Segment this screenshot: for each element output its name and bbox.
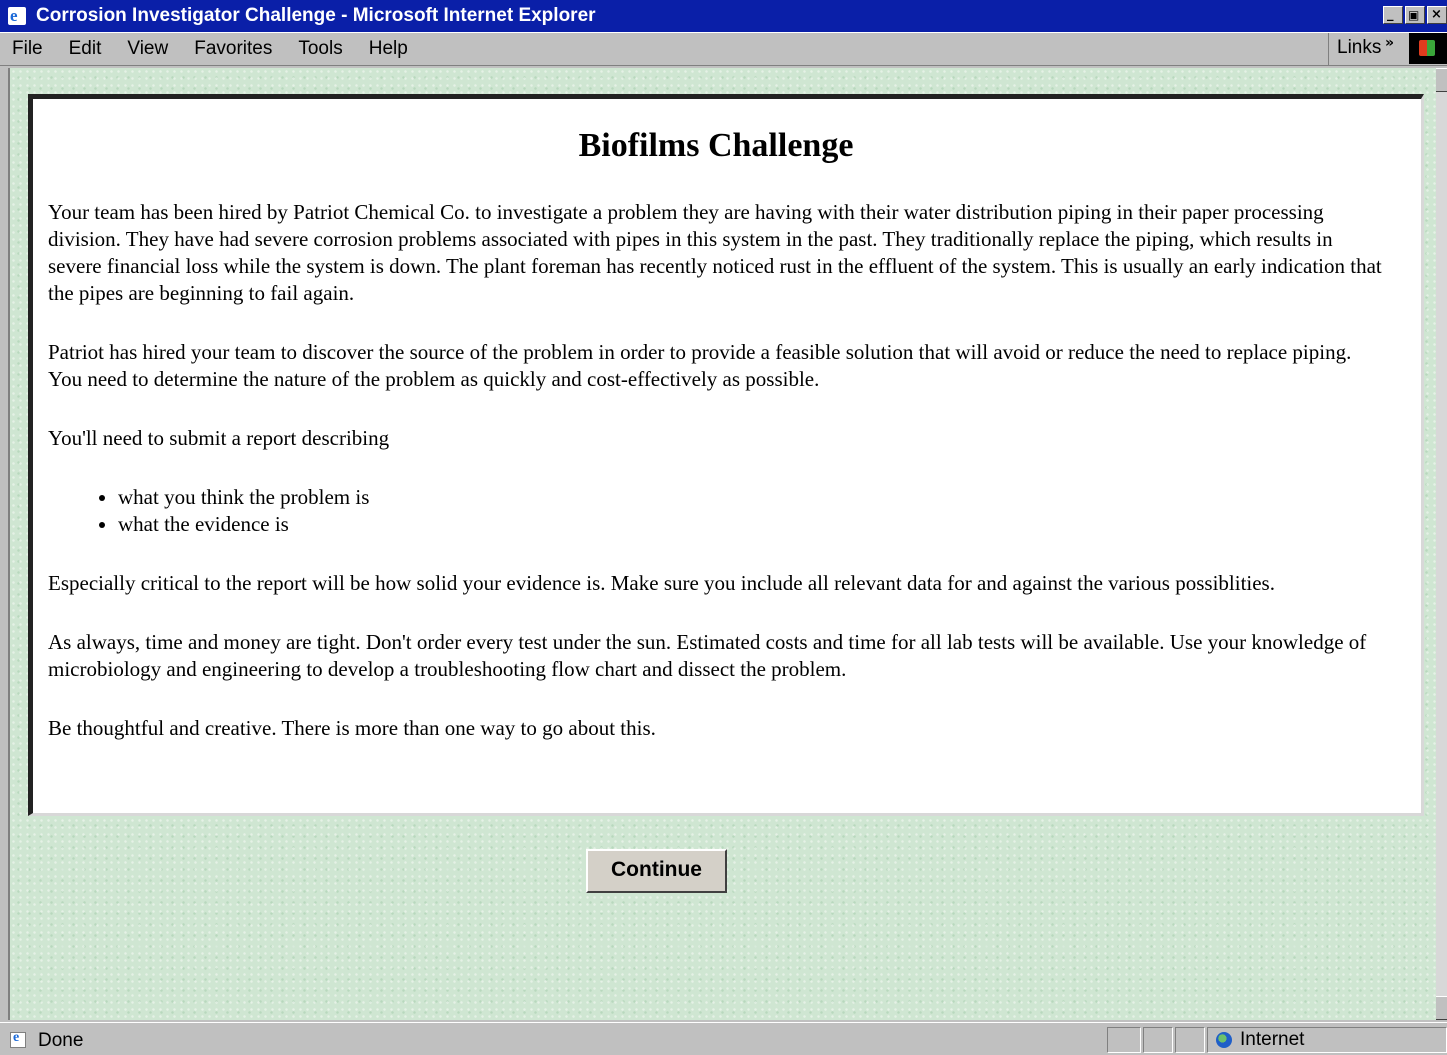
ie-logo-icon[interactable]: e [8, 6, 26, 25]
minimize-icon: _ [1387, 7, 1394, 22]
paragraph: Be thoughtful and creative. There is mor… [48, 716, 656, 740]
title-bar: e Corrosion Investigator Challenge - Mic… [0, 0, 1447, 32]
scroll-up-button[interactable] [1436, 68, 1447, 92]
status-panel [1143, 1027, 1173, 1053]
windows-logo-icon [1409, 33, 1447, 64]
paragraph: Your team has been hired by Patriot Chem… [48, 200, 1382, 305]
page-title: Biofilms Challenge [578, 127, 854, 164]
window-controls: _ ▣ × [1381, 6, 1447, 26]
status-panel [1107, 1027, 1141, 1053]
list-item: what the evidence is [118, 511, 1388, 538]
continue-button[interactable]: Continue [586, 849, 727, 893]
menu-tools[interactable]: Tools [296, 38, 344, 60]
chevron-right-icon[interactable]: » [1385, 35, 1394, 51]
zone-label: Internet [1240, 1029, 1305, 1050]
scroll-down-button[interactable] [1436, 996, 1447, 1020]
maximize-button[interactable]: ▣ [1405, 6, 1425, 24]
list-item: what you think the problem is [118, 484, 1388, 511]
security-zone[interactable]: Internet [1207, 1027, 1447, 1053]
challenge-panel: Biofilms Challenge Your team has been hi… [28, 94, 1424, 816]
status-text: Done [38, 1030, 84, 1051]
menu-edit[interactable]: Edit [67, 38, 104, 60]
paragraph: Especially critical to the report will b… [48, 571, 1275, 595]
report-requirements-list: what you think the problem is what the e… [48, 484, 1388, 538]
globe-icon [1216, 1032, 1232, 1048]
menu-file[interactable]: File [10, 38, 45, 60]
page-icon: e [10, 1030, 26, 1048]
menu-view[interactable]: View [125, 38, 170, 60]
paragraph: As always, time and money are tight. Don… [48, 630, 1367, 681]
status-panel [1175, 1027, 1205, 1053]
close-button[interactable]: × [1427, 6, 1447, 24]
menu-bar: File Edit View Favorites Tools Help Link… [0, 32, 1447, 66]
paragraph: You'll need to submit a report describin… [48, 426, 390, 450]
minimize-button[interactable]: _ [1383, 6, 1403, 24]
page-viewport: Biofilms Challenge Your team has been hi… [8, 68, 1438, 1020]
vertical-scrollbar[interactable] [1436, 68, 1447, 1020]
status-bar: e Done Internet [0, 1022, 1447, 1055]
browser-window: e Corrosion Investigator Challenge - Mic… [0, 0, 1447, 1055]
menu-items: File Edit View Favorites Tools Help [10, 38, 432, 60]
paragraph: Patriot has hired your team to discover … [48, 340, 1352, 391]
menu-favorites[interactable]: Favorites [192, 38, 274, 60]
maximize-icon: ▣ [1408, 8, 1420, 22]
close-icon: × [1431, 7, 1442, 22]
menu-help[interactable]: Help [367, 38, 410, 60]
window-title: Corrosion Investigator Challenge - Micro… [36, 5, 596, 26]
links-toolbar: Links » [1328, 33, 1447, 65]
challenge-text: Your team has been hired by Patriot Chem… [48, 199, 1388, 774]
links-label[interactable]: Links [1337, 37, 1381, 59]
